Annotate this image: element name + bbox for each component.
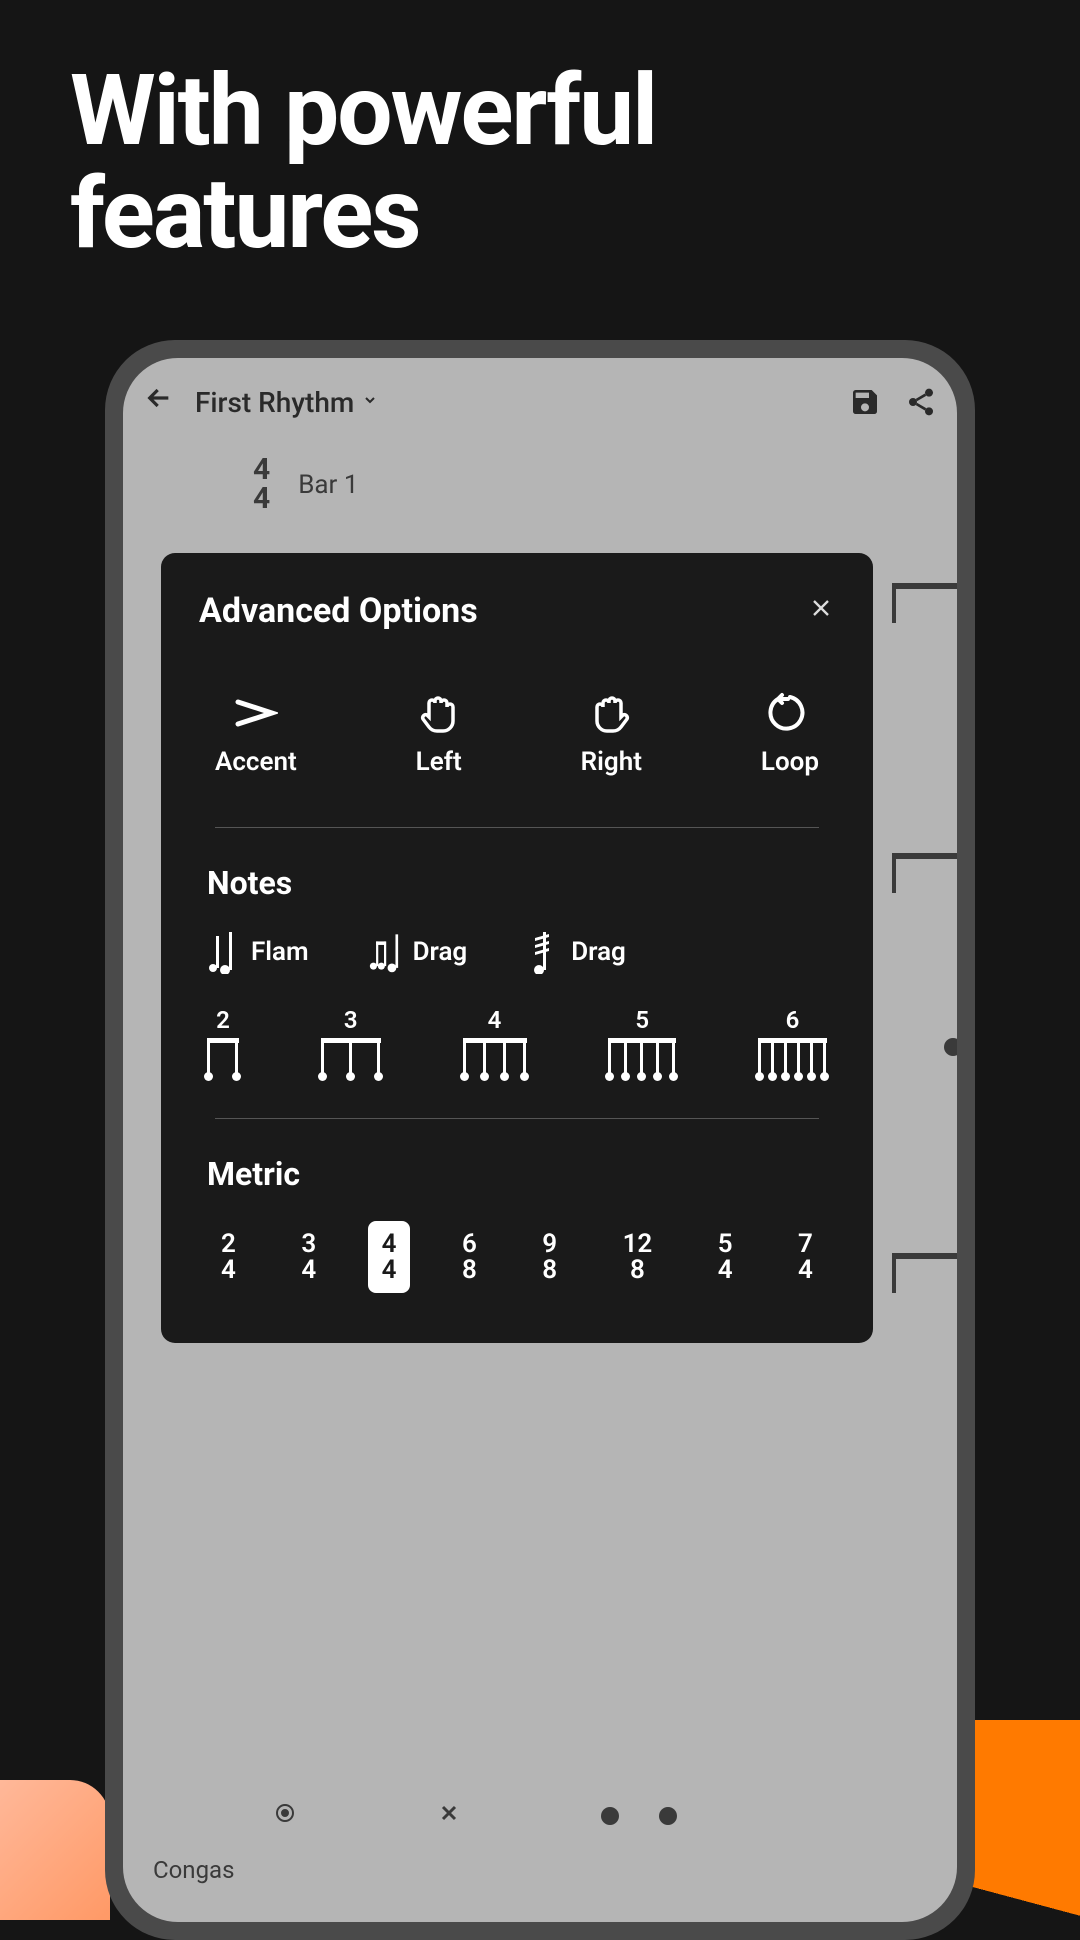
target-icon[interactable]: [273, 1799, 297, 1832]
hero-heading: With powerful features: [0, 0, 1080, 266]
drag-note[interactable]: Drag: [369, 930, 468, 974]
notes-heading: Notes: [199, 864, 835, 902]
share-button[interactable]: [905, 386, 937, 418]
metric-5-4[interactable]: 54: [704, 1221, 747, 1293]
metric-6-8[interactable]: 68: [448, 1221, 491, 1293]
x-icon[interactable]: [437, 1799, 461, 1832]
accent-option[interactable]: Accent: [215, 691, 297, 777]
back-button[interactable]: [143, 382, 175, 422]
dot-icon[interactable]: [659, 1807, 677, 1825]
drag-icon: [369, 930, 399, 974]
instrument-label: Congas: [153, 1856, 234, 1884]
tuplet-2[interactable]: 2: [207, 1006, 239, 1078]
metric-7-4[interactable]: 74: [784, 1221, 827, 1293]
metric-4-4[interactable]: 44: [368, 1221, 411, 1293]
metric-heading: Metric: [199, 1155, 835, 1193]
phone-frame: First Rhythm 4 4 Bar 1: [105, 340, 975, 1940]
metric-12-8[interactable]: 128: [609, 1221, 667, 1293]
drag-tremolo-note[interactable]: Drag: [527, 930, 626, 974]
tuplet-3[interactable]: 3: [321, 1006, 381, 1078]
time-signature[interactable]: 4 4: [253, 456, 270, 513]
tuplet-6[interactable]: 6: [758, 1006, 827, 1078]
dot-icon[interactable]: [601, 1807, 619, 1825]
flam-note[interactable]: Flam: [207, 930, 309, 974]
tuplet-5[interactable]: 5: [608, 1006, 676, 1078]
modal-title: Advanced Options: [199, 591, 478, 631]
flam-icon: [207, 930, 237, 974]
phone-screen: First Rhythm 4 4 Bar 1: [123, 358, 957, 1922]
right-option[interactable]: Right: [581, 691, 642, 777]
save-button[interactable]: [849, 386, 881, 418]
left-option[interactable]: Left: [416, 691, 462, 777]
drag-tremolo-icon: [527, 930, 557, 974]
app-title: First Rhythm: [195, 386, 354, 419]
loop-icon: [768, 691, 812, 735]
close-button[interactable]: [807, 592, 835, 630]
chevron-down-icon: [362, 392, 378, 413]
loop-option[interactable]: Loop: [761, 691, 819, 777]
title-dropdown[interactable]: First Rhythm: [195, 386, 829, 419]
accent-icon: [234, 691, 278, 735]
hand-left-icon: [417, 691, 461, 735]
metric-2-4[interactable]: 24: [207, 1221, 250, 1293]
metric-3-4[interactable]: 34: [287, 1221, 330, 1293]
metric-9-8[interactable]: 98: [528, 1221, 571, 1293]
hand-right-icon: [589, 691, 633, 735]
advanced-options-modal: Advanced Options Accent Left: [161, 553, 873, 1343]
tuplet-4[interactable]: 4: [463, 1006, 527, 1078]
bar-label: Bar 1: [298, 470, 358, 500]
